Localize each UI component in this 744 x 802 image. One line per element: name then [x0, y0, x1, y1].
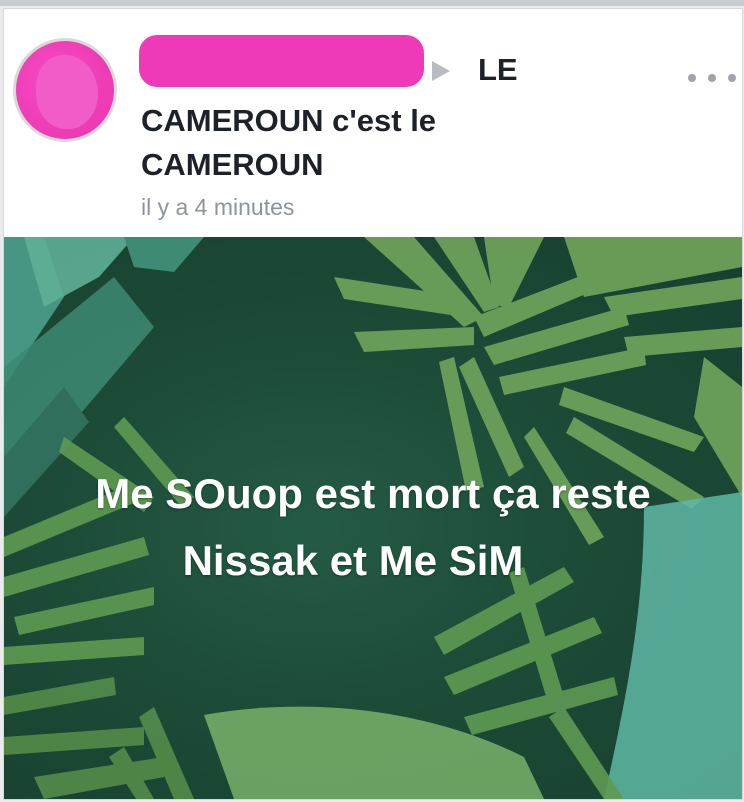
- top-border: [0, 0, 744, 6]
- dot: [708, 74, 716, 82]
- post-timestamp[interactable]: il y a 4 minutes: [141, 194, 294, 221]
- triangle-right-icon: [432, 61, 450, 81]
- dot: [728, 74, 736, 82]
- avatar[interactable]: [13, 38, 117, 142]
- post-card: LE CAMEROUN c'est le CAMEROUN il y a 4 m…: [3, 8, 743, 800]
- post-image[interactable]: Me SOuop est mort ça reste Nissak et Me …: [4, 237, 742, 799]
- avatar-redaction: [36, 55, 98, 129]
- dot: [688, 74, 696, 82]
- post-caption-line1: Me SOuop est mort ça reste: [95, 470, 651, 517]
- group-name-line1[interactable]: LE: [478, 52, 518, 88]
- ellipsis-icon[interactable]: [688, 63, 736, 93]
- group-name-line3[interactable]: CAMEROUN: [141, 147, 324, 183]
- redacted-author-name[interactable]: [139, 35, 424, 87]
- leaf-background: [4, 237, 742, 799]
- post-caption-line2: Nissak et Me SiM: [182, 537, 524, 584]
- group-name-line2[interactable]: CAMEROUN c'est le: [141, 103, 436, 139]
- post-header: LE CAMEROUN c'est le CAMEROUN il y a 4 m…: [4, 9, 742, 237]
